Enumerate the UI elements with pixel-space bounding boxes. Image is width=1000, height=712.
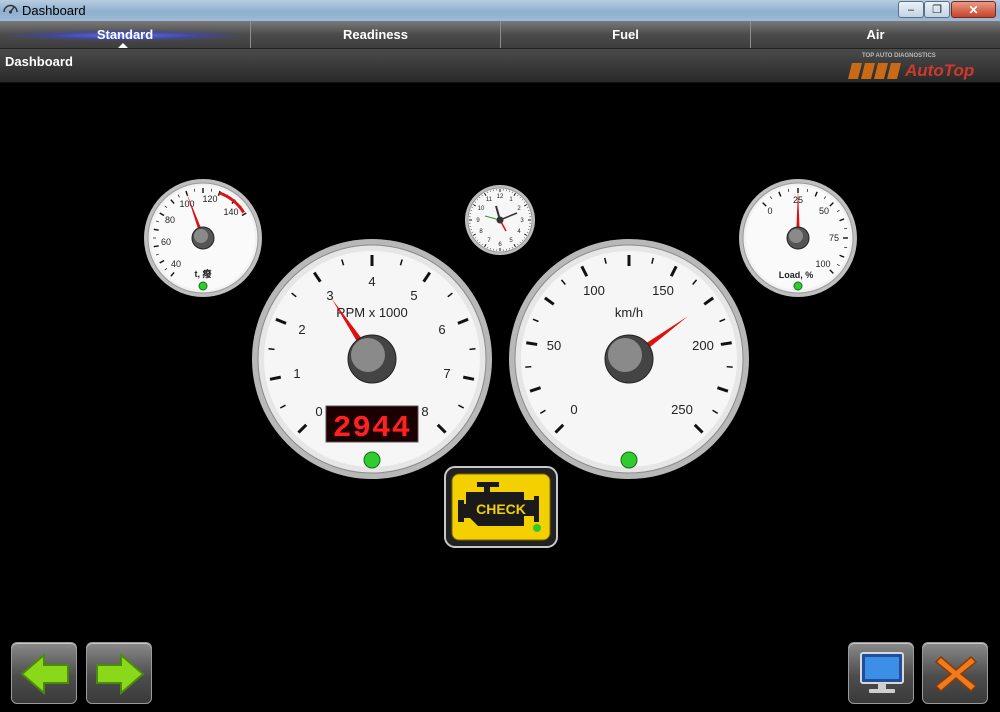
app-icon <box>3 4 18 14</box>
close-window-button[interactable]: ✕ <box>951 1 996 18</box>
monitor-button[interactable] <box>848 642 914 704</box>
load-status-led <box>793 281 803 291</box>
load-tick-label-50: 50 <box>819 206 829 216</box>
load-gauge: 0 25 50 75 100 Load, % <box>739 179 857 297</box>
speed-tick-label-200: 200 <box>692 338 714 353</box>
speed-gauge: 0 50 100 150 200 250 km/h <box>509 239 749 479</box>
tab-bar: Standard Readiness Fuel Air <box>0 21 1000 49</box>
restore-button[interactable]: ❐ <box>924 1 950 18</box>
speed-status-led <box>620 451 638 469</box>
temp-tick <box>153 228 159 231</box>
tab-air-label: Air <box>866 27 885 42</box>
temp-status-led <box>198 281 208 291</box>
rpm-tick <box>462 375 475 381</box>
close-x-icon <box>934 655 978 693</box>
clock-label-11: 11 <box>486 197 493 203</box>
speed-tick-label-150: 150 <box>652 283 674 298</box>
tab-air[interactable]: Air <box>750 21 1000 48</box>
minimize-button[interactable]: ‒ <box>898 1 924 18</box>
rpm-tick-label-3: 3 <box>326 288 333 303</box>
temp-tick-label-80: 80 <box>165 215 175 225</box>
rpm-digital-value: 2944 <box>333 411 411 446</box>
rpm-tick-label-0: 0 <box>315 404 322 419</box>
rpm-status-led <box>363 451 381 469</box>
temp-tick <box>153 245 159 248</box>
tab-readiness-label: Readiness <box>342 27 409 42</box>
rpm-tick-label-2: 2 <box>298 322 305 337</box>
tab-fuel-label: Fuel <box>612 27 639 42</box>
back-button[interactable] <box>11 642 77 704</box>
clock-label-12: 12 <box>497 194 504 200</box>
temp-tick-label-60: 60 <box>161 237 171 247</box>
tab-fuel[interactable]: Fuel <box>500 21 750 48</box>
logo-small-text: TOP AUTO DIAGNOSTICS <box>862 53 936 59</box>
temp-unit-label: t, 癈 <box>195 268 213 279</box>
rpm-gauge: 0 1 2 3 4 5 6 7 8 RPM x 1000 2944 <box>252 239 492 479</box>
tab-standard-label: Standard <box>96 27 154 42</box>
clock-label-10: 10 <box>478 206 485 212</box>
rpm-tick-label-6: 6 <box>438 322 445 337</box>
arrow-right-icon <box>96 652 145 696</box>
speed-tick <box>720 341 732 346</box>
rpm-tick-label-8: 8 <box>421 404 428 419</box>
speed-tick-label-100: 100 <box>583 283 605 298</box>
rpm-tick-label-4: 4 <box>368 274 375 289</box>
rpm-tick-label-5: 5 <box>410 288 417 303</box>
check-engine-label: CHECK <box>476 501 526 517</box>
forward-button[interactable] <box>86 642 152 704</box>
load-tick-label-0: 0 <box>767 206 772 216</box>
check-engine-led <box>533 524 541 532</box>
rpm-tick-label-1: 1 <box>293 366 300 381</box>
window-titlebar: Dashboard ‒ ❐ ✕ <box>0 0 1000 21</box>
temp-tick-label-140: 140 <box>223 207 238 217</box>
rpm-unit-label: RPM x 1000 <box>336 305 408 320</box>
load-unit-label: Load, % <box>779 270 814 280</box>
speed-tick-label-50: 50 <box>547 338 561 353</box>
logo-brand-text: AutoTop <box>904 61 974 80</box>
monitor-icon <box>860 652 904 693</box>
speed-tick-label-250: 250 <box>671 402 693 417</box>
section-title: Dashboard <box>5 54 73 69</box>
check-engine-light: CHECK <box>444 466 558 548</box>
tab-readiness[interactable]: Readiness <box>250 21 500 48</box>
load-tick-label-75: 75 <box>829 233 839 243</box>
load-tick-label-100: 100 <box>815 259 830 269</box>
rpm-tick <box>268 348 275 351</box>
arrow-left-icon <box>20 652 69 696</box>
temp-tick-label-40: 40 <box>171 259 181 269</box>
close-button[interactable] <box>922 642 988 704</box>
speed-tick-label-0: 0 <box>570 402 577 417</box>
speed-tick <box>526 341 538 346</box>
rpm-tick-label-7: 7 <box>443 366 450 381</box>
tab-standard[interactable]: Standard <box>0 21 250 48</box>
autotop-logo: TOP AUTO DIAGNOSTICS AutoTop <box>848 53 974 80</box>
speed-unit-label: km/h <box>615 305 643 320</box>
window-title: Dashboard <box>22 3 86 18</box>
temperature-gauge: 40 60 80 100 120 140 t, 癈 <box>144 179 262 297</box>
rpm-tick <box>469 348 476 351</box>
rpm-tick <box>269 375 282 381</box>
temp-tick-label-120: 120 <box>202 194 217 204</box>
